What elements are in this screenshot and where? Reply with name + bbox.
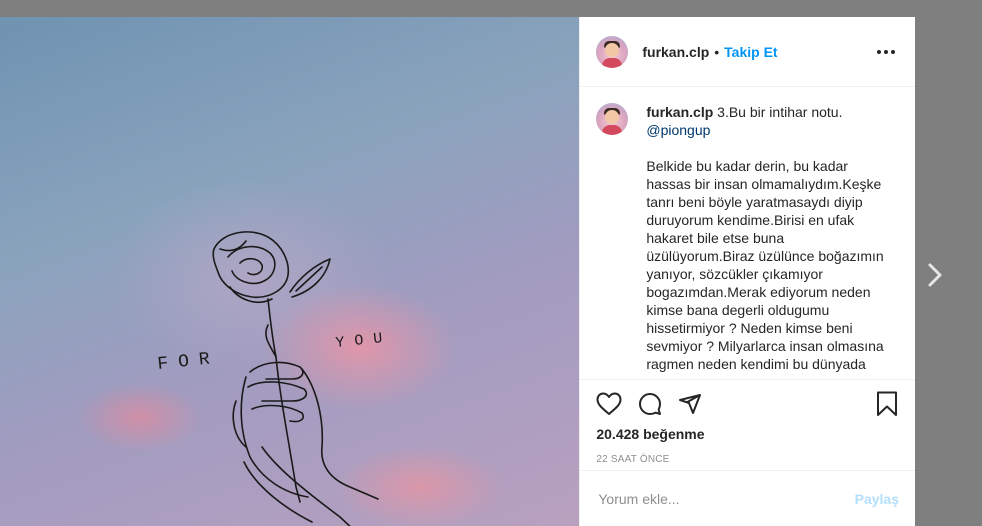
post-header: furkan.clp • Takip Et [580, 17, 915, 87]
caption-mention[interactable]: @piongup [646, 121, 886, 139]
post-image[interactable]: FOR YOU [0, 17, 580, 526]
caption: furkan.clp 3.Bu bir intihar notu. @piong… [596, 103, 899, 373]
comment-form: Paylaş [580, 470, 915, 526]
caption-avatar[interactable] [596, 103, 629, 135]
like-count[interactable]: 20.428 beğenme [596, 426, 899, 442]
follow-button[interactable]: Takip Et [724, 44, 777, 60]
comment-input[interactable] [596, 489, 855, 508]
chevron-right-icon[interactable] [925, 262, 945, 288]
comments-section[interactable]: furkan.clp 3.Bu bir intihar notu. @piong… [580, 87, 915, 379]
comment-icon[interactable] [638, 392, 662, 416]
rose-hand-drawing: FOR YOU [157, 231, 393, 526]
action-bar: 20.428 beğenme 22 SAAT ÖNCE [580, 379, 915, 465]
post-modal: FOR YOU furkan.clp • Takip Et furkan.clp… [0, 17, 915, 526]
caption-body: Belkide bu kadar derin, bu kadar hassas … [646, 158, 884, 372]
image-text-for: FOR [157, 349, 221, 375]
heart-icon[interactable] [596, 392, 622, 416]
more-options-icon[interactable] [873, 46, 899, 58]
post-comment-button[interactable]: Paylaş [855, 491, 899, 507]
post-sidebar: furkan.clp • Takip Et furkan.clp 3.Bu bi… [579, 17, 915, 526]
header-username[interactable]: furkan.clp [642, 44, 709, 60]
caption-username[interactable]: furkan.clp [646, 104, 713, 120]
post-timestamp[interactable]: 22 SAAT ÖNCE [596, 454, 899, 465]
caption-title: 3.Bu bir intihar notu. [717, 104, 843, 120]
share-icon[interactable] [678, 392, 702, 416]
separator-dot: • [714, 43, 720, 60]
bookmark-icon[interactable] [875, 391, 899, 417]
image-text-you: YOU [335, 329, 393, 352]
avatar[interactable] [596, 35, 629, 68]
